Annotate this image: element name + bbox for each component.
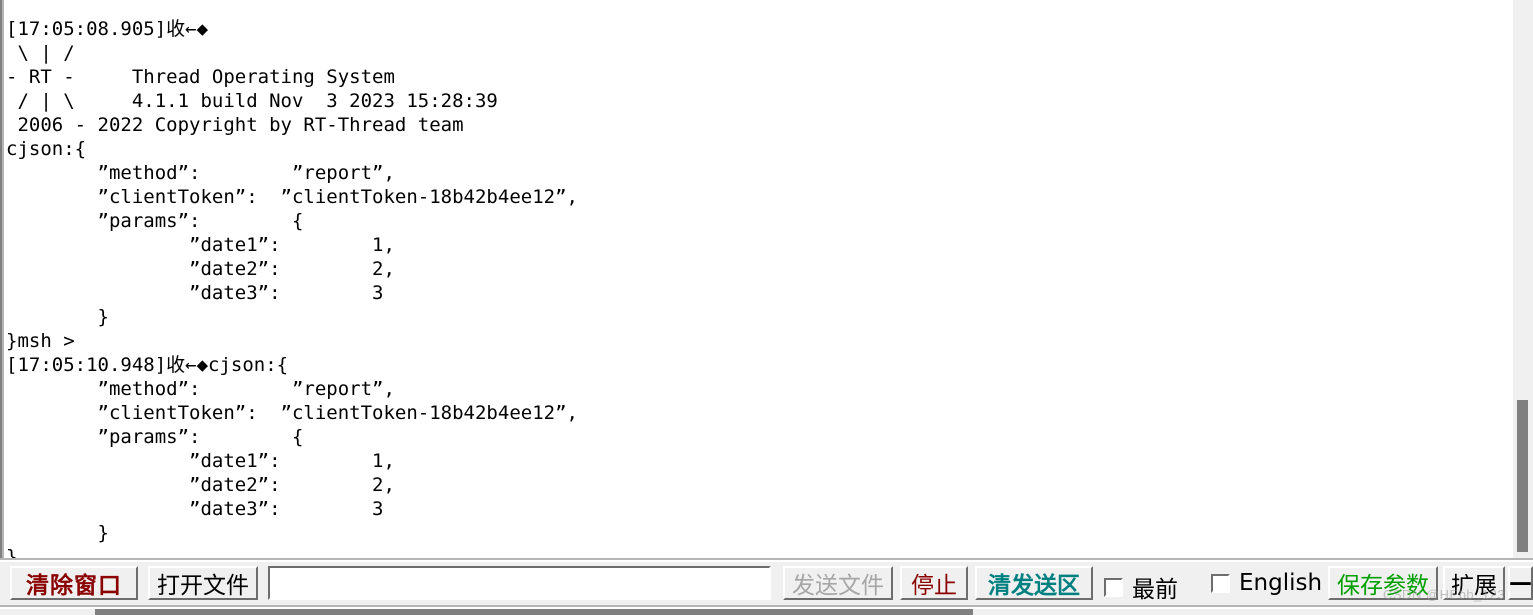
send-file-button[interactable]: 发送文件 — [783, 566, 893, 600]
terminal-output-area[interactable]: [17:05:08.905]收←◆ \ | / - RT - Thread Op… — [4, 0, 1512, 558]
english-label: English — [1239, 570, 1323, 596]
terminal-vertical-scrollbar[interactable] — [1512, 0, 1533, 558]
always-on-top-checkbox[interactable] — [1104, 577, 1123, 597]
clear-window-button[interactable]: 清除窗口 — [10, 566, 138, 600]
always-on-top-label: 最前 — [1132, 577, 1178, 603]
serial-terminal-window: [17:05:08.905]收←◆ \ | / - RT - Thread Op… — [0, 0, 1533, 615]
receive-pane: [17:05:08.905]收←◆ \ | / - RT - Thread Op… — [0, 0, 1533, 562]
stop-button[interactable]: 停止 — [900, 566, 968, 600]
expand-button[interactable]: 扩展 — [1443, 566, 1505, 600]
save-params-button[interactable]: 保存参数 — [1328, 566, 1438, 600]
minimize-button[interactable]: — — [1508, 566, 1533, 600]
terminal-output-text: [17:05:08.905]收←◆ \ | / - RT - Thread Op… — [6, 18, 578, 558]
toolbar-top-divider-highlight — [0, 560, 1533, 562]
clear-send-area-button[interactable]: 清发送区 — [975, 566, 1093, 600]
scrollbar-thumb[interactable] — [1517, 400, 1528, 552]
open-file-button[interactable]: 打开文件 — [148, 566, 258, 600]
send-input[interactable] — [268, 566, 771, 600]
english-checkbox-group[interactable]: English — [1211, 570, 1322, 596]
always-on-top-checkbox-group[interactable]: 最前 — [1104, 570, 1178, 604]
english-checkbox[interactable] — [1211, 573, 1230, 593]
toolbar-bottom-strip — [95, 609, 973, 615]
